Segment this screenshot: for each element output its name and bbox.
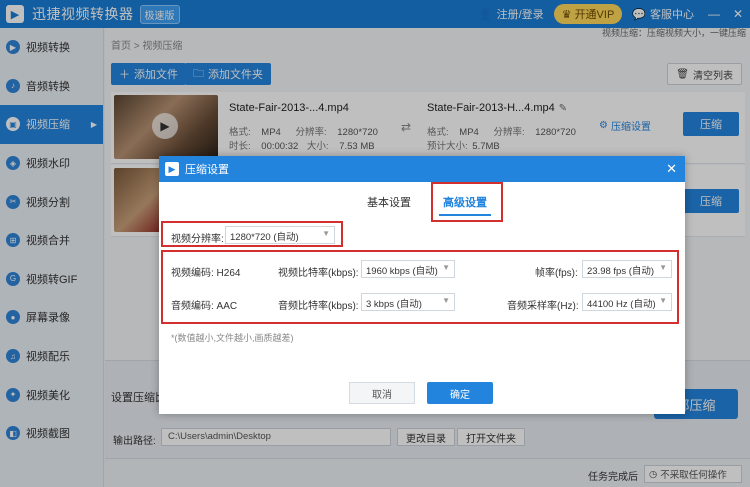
fps-label: 帧率(fps):: [535, 268, 578, 279]
tab-advanced-settings[interactable]: 高级设置: [443, 194, 487, 210]
chevron-down-icon: ▼: [442, 263, 450, 272]
chevron-down-icon: ▼: [442, 296, 450, 305]
dialog-close-button[interactable]: ✕: [666, 161, 677, 177]
sample-rate-value: 44100 Hz (自动): [587, 299, 656, 310]
active-tab-indicator: [439, 214, 491, 216]
video-bitrate-select[interactable]: 1960 kbps (自动) ▼: [361, 260, 455, 278]
video-codec-label: 视频编码: H264: [171, 268, 241, 279]
fps-select[interactable]: 23.98 fps (自动) ▼: [582, 260, 672, 278]
resolution-select[interactable]: 1280*720 (自动) ▼: [225, 226, 335, 244]
sample-rate-select[interactable]: 44100 Hz (自动) ▼: [582, 293, 672, 311]
audio-bitrate-label: 音频比特率(kbps):: [278, 301, 359, 312]
chevron-down-icon: ▼: [659, 296, 667, 305]
chevron-down-icon: ▼: [659, 263, 667, 272]
audio-bitrate-select[interactable]: 3 kbps (自动) ▼: [361, 293, 455, 311]
audio-bitrate-value: 3 kbps (自动): [366, 299, 422, 310]
video-bitrate-label: 视频比特率(kbps):: [278, 268, 359, 279]
dialog-title: 压缩设置: [185, 164, 229, 176]
app-logo-icon: ▶: [165, 162, 179, 176]
fps-value: 23.98 fps (自动): [587, 266, 655, 277]
compress-note: *(数值越小,文件越小,画质越差): [171, 333, 294, 343]
audio-codec-label: 音频编码: AAC: [171, 301, 238, 312]
resolution-value: 1280*720 (自动): [230, 232, 299, 243]
resolution-label: 视频分辨率:: [171, 234, 224, 245]
chevron-down-icon: ▼: [322, 229, 330, 238]
cancel-button[interactable]: 取消: [349, 382, 415, 404]
video-bitrate-value: 1960 kbps (自动): [366, 266, 438, 277]
tab-basic-settings[interactable]: 基本设置: [367, 194, 411, 210]
sample-rate-label: 音频采样率(Hz):: [507, 301, 579, 312]
confirm-button[interactable]: 确定: [427, 382, 493, 404]
compress-settings-dialog: ▶ 压缩设置 ✕ 基本设置 高级设置 视频分辨率: 1280*720 (自动) …: [159, 156, 685, 414]
dialog-header: ▶ 压缩设置: [159, 156, 685, 182]
